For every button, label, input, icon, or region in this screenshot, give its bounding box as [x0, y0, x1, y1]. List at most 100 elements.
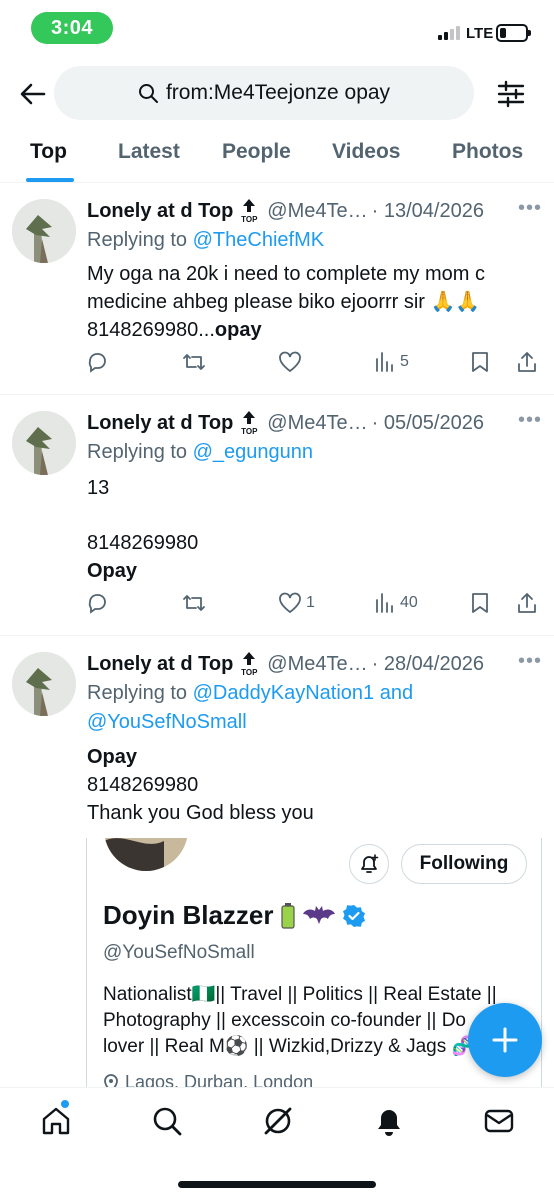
bell-plus-icon [361, 854, 379, 873]
back-arrow-icon[interactable] [18, 80, 48, 108]
share-icon [518, 352, 536, 372]
tweet-text-line: My oga na 20k i need to complete my mom … [87, 263, 485, 285]
profile-hover-card[interactable]: Following Doyin Blazzer @YouSefNoSmall N… [86, 838, 542, 1108]
phone-number: 8148269980 [87, 532, 199, 554]
mention-link[interactable]: @TheChiefMK [193, 229, 324, 251]
tweet-actions: 5 [0, 351, 554, 381]
search-nav-icon[interactable] [151, 1105, 183, 1137]
replying-prefix: Replying to [87, 441, 193, 463]
retweet-icon [183, 354, 205, 370]
tweet-date: · 13/04/2026 [371, 199, 484, 222]
more-options-icon[interactable]: ••• [518, 409, 542, 432]
profile-avatar[interactable] [101, 838, 191, 874]
filter-sliders-icon[interactable] [496, 80, 526, 108]
replying-prefix: Replying to [87, 229, 193, 251]
messages-envelope-icon[interactable] [483, 1105, 515, 1137]
tweet-header: Lonely at d Top TOP @Me4Te… · 13/04/2026 [87, 197, 484, 225]
bookmark-icon [472, 593, 488, 613]
home-indicator-bar [178, 1181, 376, 1188]
reply-icon [88, 594, 106, 614]
retweet-button[interactable] [182, 592, 206, 614]
tab-photos[interactable]: Photos [452, 140, 523, 164]
tweet[interactable]: Lonely at d Top TOP @Me4Te… · 13/04/2026… [0, 183, 554, 395]
view-count: 5 [400, 353, 409, 370]
bottom-navigation [0, 1087, 554, 1199]
mention-link[interactable]: @YouSefNoSmall [87, 711, 247, 733]
mention-link[interactable]: @_egungunn [193, 441, 313, 463]
avatar[interactable] [12, 652, 76, 716]
view-count: 40 [400, 594, 418, 611]
compose-button[interactable] [468, 1003, 542, 1077]
tweet-header: Lonely at d Top TOP @Me4Te… · 28/04/2026 [87, 650, 484, 678]
replying-to: Replying to @DaddyKayNation1 and @YouSef… [87, 679, 413, 737]
like-button[interactable]: 1 [278, 592, 315, 614]
search-input[interactable]: from:Me4Teejonze opay [54, 66, 474, 120]
more-options-icon[interactable]: ••• [518, 197, 542, 220]
profile-name-row: Doyin Blazzer [103, 900, 366, 931]
reply-icon [88, 353, 106, 373]
tab-latest[interactable]: Latest [118, 140, 180, 164]
tweet-text-line: medicine ahbeg please biko ejoorrr sir 🙏… [87, 291, 481, 313]
bat-emoji-icon [302, 905, 335, 924]
signal-icon [438, 24, 460, 40]
tweet-text: Opay 8148269980 Thank you God bless you [87, 743, 537, 827]
home-icon[interactable] [40, 1105, 72, 1137]
views-button[interactable]: 40 [374, 592, 418, 614]
display-name[interactable]: Lonely at d Top [87, 653, 233, 676]
active-tab-indicator [26, 178, 74, 182]
phone-number: 8148269980... [87, 319, 215, 341]
tweet-text-line: 13 [87, 477, 110, 499]
more-options-icon[interactable]: ••• [518, 650, 542, 673]
tweet-header: Lonely at d Top TOP @Me4Te… · 05/05/2026 [87, 409, 484, 437]
handle[interactable]: @Me4Te… [267, 653, 367, 676]
battery-icon [496, 24, 531, 42]
notification-bell-button[interactable] [349, 844, 389, 884]
retweet-button[interactable] [182, 351, 206, 373]
share-button[interactable] [516, 592, 538, 614]
top-badge-label: TOP [241, 668, 258, 677]
top-badge-icon: TOP [239, 409, 259, 437]
reply-button[interactable] [86, 592, 108, 614]
replying-prefix: Replying to [87, 682, 193, 704]
top-badge-label: TOP [241, 215, 258, 224]
top-badge-icon: TOP [239, 650, 259, 678]
display-name[interactable]: Lonely at d Top [87, 200, 233, 223]
display-name[interactable]: Lonely at d Top [87, 412, 233, 435]
views-button[interactable]: 5 [374, 351, 409, 373]
heart-icon [279, 351, 301, 373]
status-time[interactable]: 3:04 [31, 12, 113, 44]
tweet-text-line: 8148269980...opay [87, 316, 537, 344]
tab-videos[interactable]: Videos [332, 140, 400, 164]
network-label: LTE [466, 25, 494, 42]
following-button[interactable]: Following [401, 844, 527, 884]
bookmark-button[interactable] [470, 592, 490, 614]
avatar[interactable] [12, 411, 76, 475]
tweet-text: My oga na 20k i need to complete my mom … [87, 260, 537, 344]
search-header: from:Me4Teejonze opay [0, 66, 554, 120]
tweet[interactable]: Lonely at d Top TOP @Me4Te… · 05/05/2026… [0, 395, 554, 636]
bookmark-button[interactable] [470, 351, 490, 373]
avatar[interactable] [12, 199, 76, 263]
battery-emoji-icon [280, 902, 295, 929]
reply-button[interactable] [86, 351, 108, 373]
search-tabs: Top Latest People Videos Photos [0, 134, 554, 183]
tab-top[interactable]: Top [30, 140, 67, 164]
phone-number: 8148269980 [87, 774, 199, 796]
handle[interactable]: @Me4Te… [267, 200, 367, 223]
tab-people[interactable]: People [222, 140, 291, 164]
tweet-date: · 05/05/2026 [371, 411, 484, 434]
home-unread-dot [61, 1100, 69, 1108]
like-button[interactable] [278, 351, 306, 373]
grok-icon[interactable] [262, 1105, 294, 1137]
notifications-bell-icon[interactable] [373, 1105, 405, 1137]
handle[interactable]: @Me4Te… [267, 412, 367, 435]
profile-name[interactable]: Doyin Blazzer [103, 900, 274, 931]
profile-handle[interactable]: @YouSefNoSmall [103, 942, 255, 964]
tweet-date: · 28/04/2026 [371, 652, 484, 675]
tweet-actions: 1 40 [0, 592, 554, 622]
tweet-text: 13 8148269980 Opay [87, 474, 537, 585]
bookmark-icon [472, 352, 488, 372]
share-button[interactable] [516, 351, 538, 373]
retweet-icon [183, 595, 205, 611]
mention-link[interactable]: @DaddyKayNation1 [193, 682, 375, 704]
